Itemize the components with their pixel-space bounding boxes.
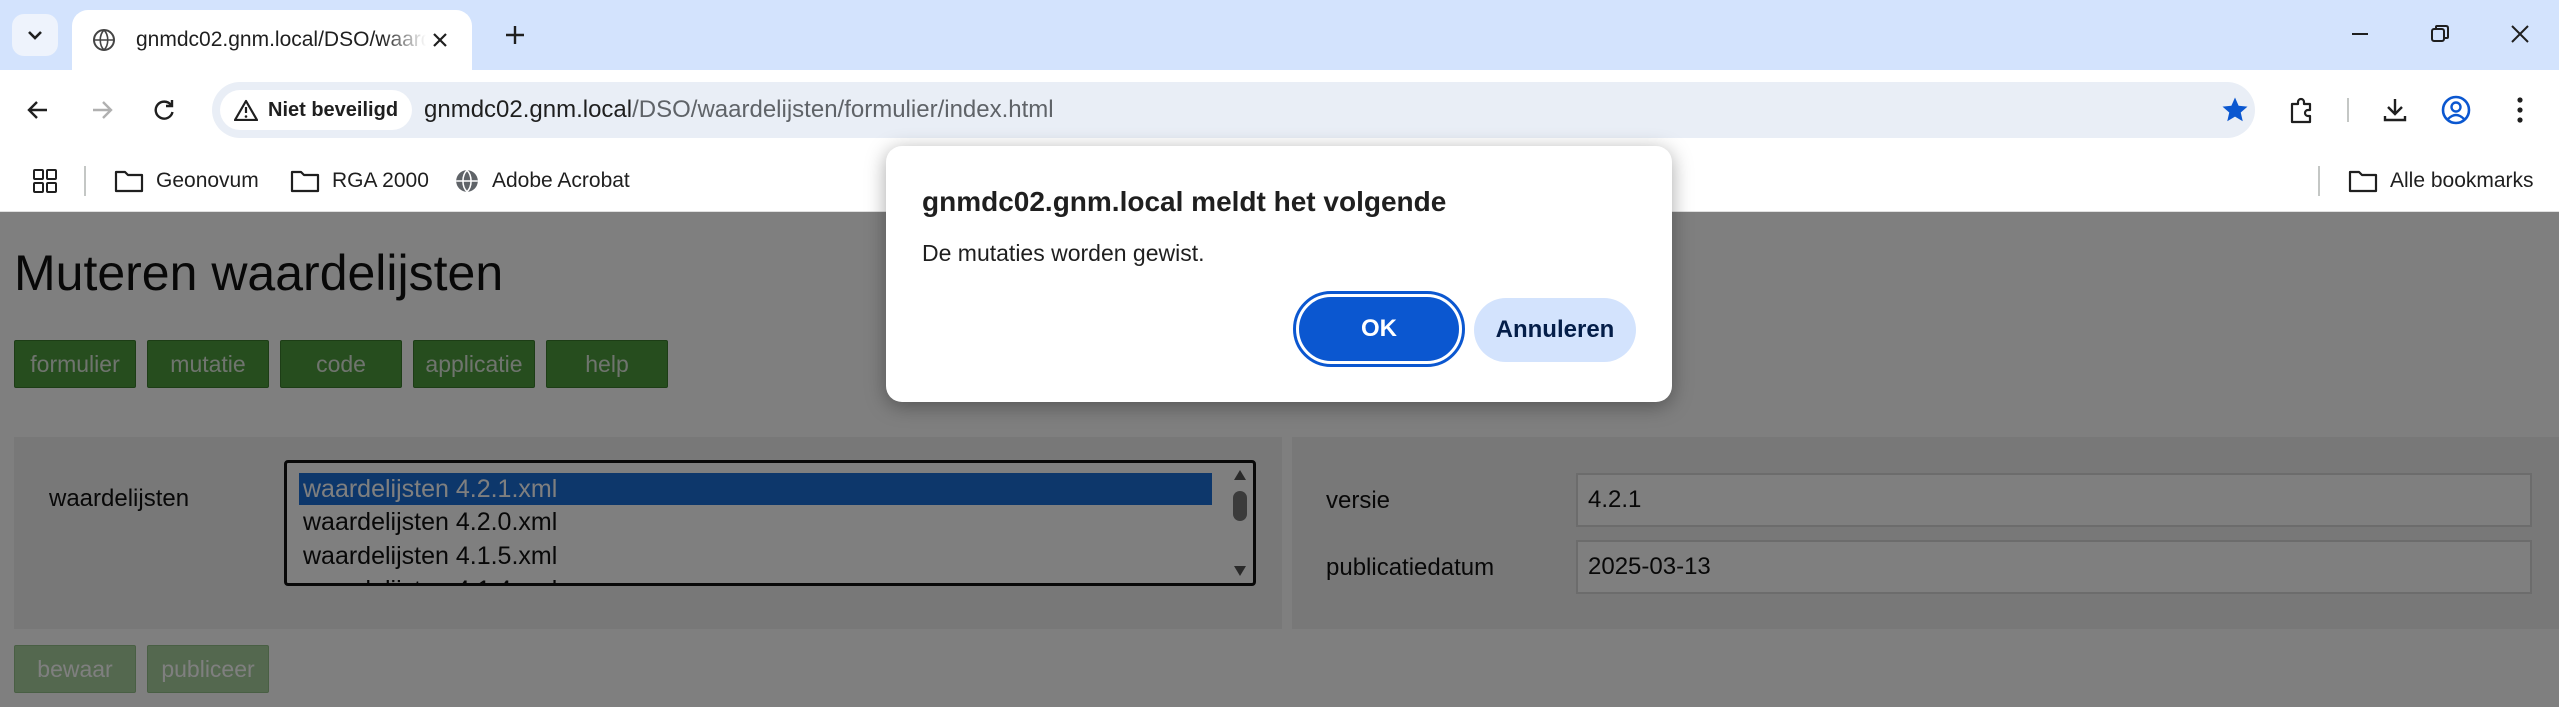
puzzle-icon	[2290, 97, 2312, 124]
tab-strip: gnmdc02.gnm.local/DSO/waardelijsten/form…	[0, 0, 2559, 70]
folder-icon	[290, 170, 320, 193]
bookmark-rga-2000[interactable]: RGA 2000	[290, 162, 429, 200]
security-chip[interactable]: Niet beveiligd	[220, 90, 413, 130]
browser-toolbar: Niet beveiligd gnmdc02.gnm.local/DSO/waa…	[0, 70, 2559, 150]
cancel-button[interactable]: Annuleren	[1474, 298, 1636, 362]
globe-icon	[456, 169, 478, 193]
restore-button[interactable]	[2410, 10, 2470, 58]
close-window-button[interactable]	[2490, 10, 2550, 58]
arrow-right-icon	[93, 101, 113, 119]
apps-button[interactable]	[28, 164, 62, 198]
bookmarks-separator	[84, 166, 86, 196]
ok-button[interactable]: OK	[1293, 291, 1465, 367]
dialog-title: gnmdc02.gnm.local meldt het volgende	[922, 186, 1447, 217]
bookmark-label: RGA 2000	[332, 169, 429, 192]
star-icon	[2222, 97, 2248, 122]
back-button[interactable]	[16, 88, 60, 132]
plus-icon	[506, 26, 524, 44]
reload-button[interactable]	[142, 88, 186, 132]
url-text[interactable]: gnmdc02.gnm.local/DSO/waardelijsten/form…	[424, 96, 1054, 124]
tab-title: gnmdc02.gnm.local/DSO/waardelijsten/form…	[136, 28, 426, 51]
profile-button[interactable]	[2434, 88, 2478, 132]
bookmark-adobe-acrobat[interactable]: Adobe Acrobat	[454, 162, 630, 200]
warning-icon	[234, 99, 258, 121]
reload-icon	[154, 100, 174, 120]
close-tab-icon[interactable]	[426, 26, 454, 54]
minimize-icon	[2352, 33, 2368, 35]
bookmark-geonovum[interactable]: Geonovum	[114, 162, 259, 200]
toolbar-separator	[2347, 98, 2349, 122]
more-vert-icon	[2517, 97, 2523, 123]
confirm-dialog: gnmdc02.gnm.local meldt het volgende De …	[886, 146, 1672, 402]
minimize-button[interactable]	[2330, 10, 2390, 58]
apps-grid-icon	[33, 169, 57, 193]
all-bookmarks[interactable]: Alle bookmarks	[2348, 162, 2534, 200]
arrow-left-icon	[27, 101, 47, 119]
new-tab-button[interactable]	[494, 14, 536, 56]
restore-icon	[2431, 25, 2449, 42]
download-icon	[2383, 99, 2407, 122]
bookmark-star-button[interactable]	[2217, 92, 2253, 128]
forward-button[interactable]	[80, 88, 124, 132]
downloads-button[interactable]	[2373, 88, 2417, 132]
url-path: /DSO/waardelijsten/formulier/index.html	[632, 96, 1054, 123]
bookmark-label: Geonovum	[156, 169, 259, 192]
browser-tab[interactable]: gnmdc02.gnm.local/DSO/waardelijsten/form…	[72, 10, 472, 70]
tab-search-button[interactable]	[12, 14, 58, 56]
folder-icon	[114, 170, 144, 193]
extensions-button[interactable]	[2280, 88, 2324, 132]
folder-icon	[2348, 170, 2378, 193]
bookmark-label: Adobe Acrobat	[492, 169, 630, 192]
menu-button[interactable]	[2498, 88, 2542, 132]
address-bar[interactable]: Niet beveiligd gnmdc02.gnm.local/DSO/waa…	[212, 82, 2255, 138]
close-icon	[2511, 25, 2529, 43]
dialog-message: De mutaties worden gewist.	[922, 240, 1205, 266]
chevron-down-icon	[28, 31, 42, 40]
url-host: gnmdc02.gnm.local	[424, 96, 633, 123]
bookmarks-separator	[2318, 166, 2320, 196]
security-label: Niet beveiligd	[268, 98, 399, 121]
globe-icon	[90, 26, 118, 54]
account-icon	[2441, 95, 2471, 125]
all-bookmarks-label: Alle bookmarks	[2390, 169, 2534, 192]
